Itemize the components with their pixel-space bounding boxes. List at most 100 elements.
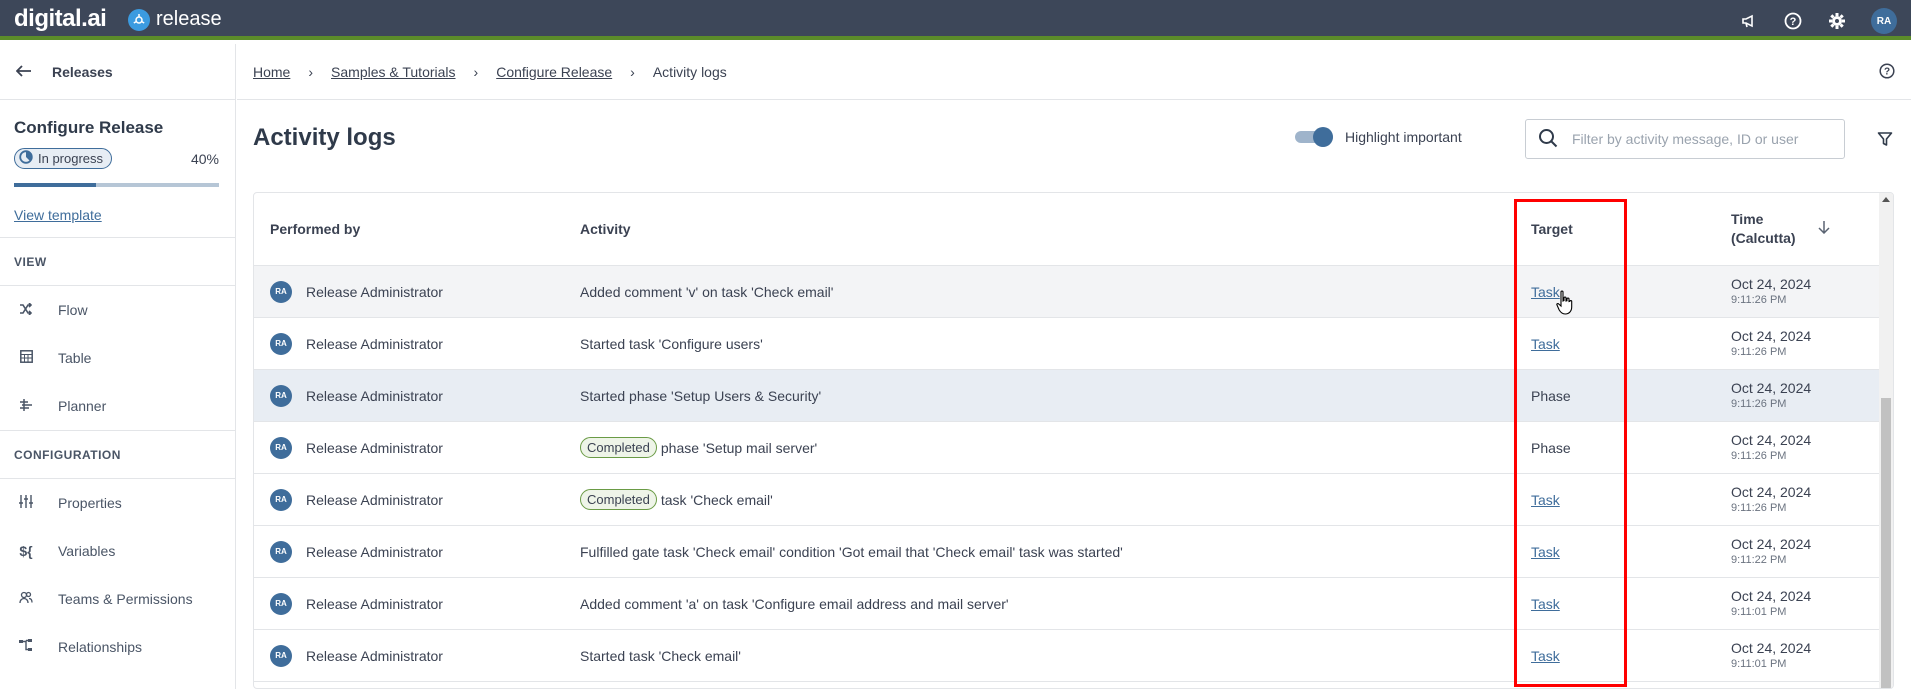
avatar: RA	[270, 644, 292, 667]
activity-time: 9:11:26 PM	[1731, 398, 1787, 410]
activity-time: 9:11:26 PM	[1731, 502, 1787, 514]
activity-cell: Completed phase 'Setup mail server'	[580, 437, 1531, 458]
table-header: Performed by Activity Target Time (Calcu…	[254, 193, 1893, 266]
chevron-right-icon: ›	[630, 63, 635, 80]
performed-by-cell: RA Release Administrator	[254, 644, 580, 667]
time-cell: Oct 24, 2024 9:11:26 PM	[1731, 380, 1871, 411]
avatar: RA	[270, 592, 292, 615]
activity-text: task 'Check email'	[660, 491, 773, 508]
column-activity[interactable]: Activity	[580, 221, 1531, 237]
user-name: Release Administrator	[306, 595, 443, 612]
target-link[interactable]: Task	[1531, 544, 1560, 560]
gear-icon[interactable]	[1827, 11, 1847, 31]
top-nav-bar: digital.ai release ? RA	[0, 0, 1911, 40]
activity-text: Fulfilled gate task 'Check email' condit…	[580, 543, 1123, 560]
highlight-important-toggle[interactable]: Highlight important	[1295, 127, 1462, 147]
sort-descending-icon[interactable]	[1818, 220, 1830, 239]
progress-bar	[14, 183, 219, 187]
release-title: Configure Release	[14, 118, 164, 137]
activity-time: 9:11:26 PM	[1731, 294, 1787, 306]
table-row[interactable]: RA Release Administrator Completed task 'Ch…	[254, 474, 1893, 526]
progress-clock-icon	[19, 150, 33, 167]
main-content: Home › Samples & Tutorials › Configure R…	[237, 44, 1911, 689]
avatar: RA	[270, 384, 292, 407]
table-row[interactable]: RA Release Administrator Started task 'Che…	[254, 630, 1893, 682]
performed-by-cell: RA Release Administrator	[254, 332, 580, 355]
breadcrumb-configure-release[interactable]: Configure Release	[496, 64, 612, 80]
breadcrumb-samples-tutorials[interactable]: Samples & Tutorials	[331, 64, 456, 80]
table-row[interactable]: RA Release Administrator Fulfilled gate ta…	[254, 526, 1893, 578]
help-icon[interactable]: ?	[1783, 11, 1803, 31]
sidebar-item-properties[interactable]: Properties	[0, 479, 235, 527]
activity-cell: Started task 'Check email'	[580, 648, 1531, 664]
back-to-releases[interactable]: Releases	[0, 44, 235, 100]
breadcrumb-home[interactable]: Home	[253, 64, 290, 80]
page-help-icon[interactable]: ?	[1879, 63, 1895, 79]
target-link[interactable]: Task	[1531, 648, 1560, 664]
relationships-icon	[18, 639, 34, 655]
filter-icon[interactable]	[1877, 131, 1893, 150]
time-cell: Oct 24, 2024 9:11:01 PM	[1731, 588, 1871, 619]
sidebar-item-label: Properties	[58, 495, 122, 511]
product-name: release	[156, 8, 222, 30]
sidebar-item-variables[interactable]: ${ Variables	[0, 527, 235, 575]
status-badge: In progress	[14, 148, 113, 169]
column-time-label: Time	[1731, 211, 1764, 227]
table-scrollbar[interactable]	[1879, 193, 1893, 688]
user-name: Release Administrator	[306, 335, 443, 352]
target-cell: Task	[1531, 336, 1731, 352]
target-cell: Phase	[1531, 388, 1731, 404]
time-cell: Oct 24, 2024 9:11:26 PM	[1731, 432, 1871, 463]
table-row[interactable]: RA Release Administrator Completed phase 'S…	[254, 422, 1893, 474]
activity-text: phase 'Setup mail server'	[660, 439, 818, 456]
target-link[interactable]: Task	[1531, 492, 1560, 508]
sidebar-item-planner[interactable]: Planner	[0, 382, 235, 430]
sidebar: Releases Configure Release In progress 4…	[0, 44, 236, 689]
back-label: Releases	[52, 63, 113, 80]
target-link[interactable]: Task	[1531, 284, 1560, 300]
column-target[interactable]: Target	[1531, 221, 1731, 237]
search-box[interactable]	[1525, 119, 1845, 159]
progress-percent: 40%	[190, 150, 219, 167]
sidebar-item-relationships[interactable]: Relationships	[0, 623, 235, 671]
toggle-switch[interactable]	[1295, 127, 1333, 147]
activity-date: Oct 24, 2024	[1731, 276, 1812, 292]
shuffle-icon	[18, 302, 34, 318]
activity-time: 9:11:22 PM	[1731, 554, 1787, 566]
sidebar-item-flow[interactable]: Flow	[0, 286, 235, 334]
target-link[interactable]: Task	[1531, 596, 1560, 612]
target-link[interactable]: Task	[1531, 336, 1560, 352]
scroll-up-arrow-icon[interactable]	[1882, 197, 1890, 202]
sidebar-item-teams-permissions[interactable]: Teams & Permissions	[0, 575, 235, 623]
sidebar-item-table[interactable]: Table	[0, 334, 235, 382]
column-time[interactable]: Time (Calcutta)	[1731, 210, 1871, 248]
user-avatar[interactable]: RA	[1871, 8, 1897, 34]
avatar: RA	[270, 332, 292, 355]
performed-by-cell: RA Release Administrator	[254, 592, 580, 615]
performed-by-cell: RA Release Administrator	[254, 540, 580, 563]
sidebar-item-label: Relationships	[58, 639, 143, 655]
column-time-zone: (Calcutta)	[1731, 230, 1796, 246]
avatar: RA	[270, 280, 292, 303]
table-row[interactable]: RA Release Administrator Started phase 'Se…	[254, 370, 1893, 422]
user-name: Release Administrator	[306, 647, 443, 664]
digital-ai-logo[interactable]: digital.ai	[14, 5, 107, 33]
activity-date: Oct 24, 2024	[1731, 536, 1812, 552]
breadcrumb: Home › Samples & Tutorials › Configure R…	[237, 44, 1911, 100]
release-product-logo[interactable]: release	[128, 8, 222, 31]
user-name: Release Administrator	[306, 439, 443, 456]
breadcrumb-current: Activity logs	[652, 63, 727, 80]
activity-time: 9:11:01 PM	[1731, 658, 1787, 670]
time-cell: Oct 24, 2024 9:11:26 PM	[1731, 328, 1871, 359]
megaphone-icon[interactable]	[1739, 11, 1759, 31]
column-performed-by[interactable]: Performed by	[254, 221, 580, 237]
completed-badge: Completed	[580, 437, 657, 458]
view-template-link[interactable]: View template	[14, 207, 102, 223]
svg-text:?: ?	[1790, 16, 1797, 28]
search-input[interactable]	[1572, 131, 1812, 147]
table-row[interactable]: RA Release Administrator Added comment 'v'…	[254, 266, 1893, 318]
table-row[interactable]: RA Release Administrator Added comment 'a'…	[254, 578, 1893, 630]
table-row[interactable]: RA Release Administrator Started task 'Con…	[254, 318, 1893, 370]
activity-cell: Added comment 'a' on task 'Configure ema…	[580, 596, 1531, 612]
scrollbar-thumb[interactable]	[1881, 398, 1891, 688]
